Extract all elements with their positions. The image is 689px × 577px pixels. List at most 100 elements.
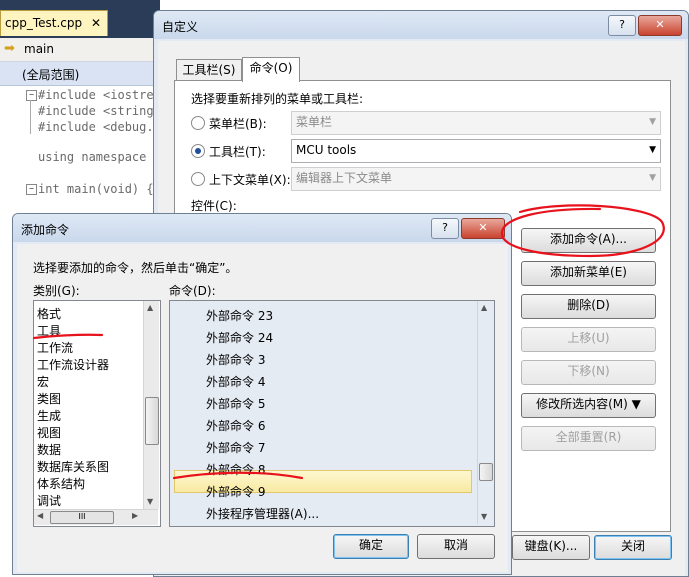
tab-toolbars[interactable]: 工具栏(S) (176, 59, 242, 82)
context-menu-value: 编辑器上下文菜单 (296, 171, 393, 185)
function-nav-label: main (24, 42, 54, 56)
context-menu-radio[interactable] (191, 172, 205, 186)
close-dialog-button[interactable]: 关闭 (594, 535, 672, 560)
context-menu-select[interactable]: 编辑器上下文菜单 ▼ (291, 167, 661, 191)
list-item[interactable]: 外部命令 4 (206, 373, 265, 390)
chevron-down-icon: ▼ (649, 173, 656, 183)
cancel-button[interactable]: 取消 (417, 534, 495, 559)
code-line: int main(void) { (38, 182, 154, 196)
close-button[interactable]: ✕ (461, 218, 505, 239)
menu-bar-select[interactable]: 菜单栏 ▼ (291, 111, 661, 135)
help-icon: ? (619, 18, 625, 31)
delete-button[interactable]: 删除(D) (521, 294, 656, 319)
categories-horizontal-scrollbar[interactable]: ◀ III ▶ (34, 509, 158, 525)
list-item[interactable]: 外部命令 7 (206, 439, 265, 456)
help-button[interactable]: ? (431, 218, 459, 239)
list-item[interactable]: 视图 (37, 424, 61, 441)
close-icon: ✕ (478, 221, 488, 234)
menu-bar-label: 菜单栏(B): (209, 117, 267, 131)
customize-title: 自定义 (162, 20, 199, 34)
list-item[interactable]: 外部命令 9 (206, 483, 265, 500)
list-item[interactable]: 工具 (37, 322, 61, 339)
instructions-label: 选择要添加的命令，然后单击“确定”。 (33, 261, 238, 275)
close-button[interactable]: ✕ (638, 15, 682, 36)
add-command-dialog: 添加命令 ? ✕ 选择要添加的命令，然后单击“确定”。 类别(G): 命令(D)… (12, 213, 512, 575)
list-item-selected[interactable]: 外部命令 8 (206, 461, 265, 478)
function-navigation-bar[interactable]: ➡ main (0, 38, 160, 62)
add-new-menu-button[interactable]: 添加新菜单(E) (521, 261, 656, 286)
context-menu-label: 上下文菜单(X): (209, 173, 291, 187)
scroll-up-icon[interactable]: ▲ (147, 303, 153, 312)
scroll-thumb[interactable] (479, 463, 493, 481)
chevron-down-icon: ▼ (649, 145, 656, 155)
help-button[interactable]: ? (608, 15, 636, 36)
close-icon[interactable]: ✕ (91, 11, 101, 35)
add-command-title: 添加命令 (21, 223, 70, 237)
code-line: #include <iostrea (38, 88, 161, 102)
scroll-up-icon[interactable]: ▲ (481, 303, 487, 312)
menu-bar-radio[interactable] (191, 116, 205, 130)
list-item[interactable]: 外部命令 24 (206, 329, 273, 346)
scroll-down-icon[interactable]: ▼ (147, 497, 153, 506)
scroll-thumb[interactable] (145, 397, 159, 445)
scope-navigation-bar[interactable]: (全局范围) (0, 62, 160, 86)
list-item[interactable]: 数据库关系图 (37, 458, 109, 475)
commands-list[interactable]: 外部命令 23 外部命令 24 外部命令 3 外部命令 4 外部命令 5 外部命… (169, 300, 495, 527)
add-command-client: 选择要添加的命令，然后单击“确定”。 类别(G): 命令(D): 格式 工具 工… (17, 244, 508, 572)
scroll-left-icon[interactable]: ◀ (37, 511, 43, 520)
tab-commands[interactable]: 命令(O) (242, 57, 300, 82)
prompt-label: 选择要重新排列的菜单或工具栏: (191, 92, 364, 106)
customize-title-bar[interactable]: 自定义 ? ✕ (154, 11, 688, 39)
tab-commands-label: 命令(O) (249, 61, 293, 75)
modify-selection-button[interactable]: 修改所选内容(M) ▼ (521, 393, 656, 418)
scroll-down-icon[interactable]: ▼ (481, 512, 487, 521)
list-item[interactable]: 格式 (37, 305, 61, 322)
list-item[interactable]: 外部命令 23 (206, 307, 273, 324)
close-icon: ✕ (655, 18, 665, 31)
tab-toolbars-label: 工具栏(S) (182, 63, 236, 77)
collapse-icon[interactable]: − (26, 90, 37, 101)
keyboard-button[interactable]: 键盘(K)... (512, 535, 590, 560)
list-item[interactable]: 宏 (37, 373, 49, 390)
list-item[interactable]: 外部命令 3 (206, 351, 265, 368)
help-icon: ? (442, 221, 448, 234)
commands-vertical-scrollbar[interactable]: ▲ ▼ (477, 301, 493, 524)
ok-button[interactable]: 确定 (333, 534, 409, 559)
list-item[interactable]: 体系结构 (37, 475, 85, 492)
toolbar-radio[interactable] (191, 144, 205, 158)
toolbar-label: 工具栏(T): (209, 145, 266, 159)
reset-all-button[interactable]: 全部重置(R) (521, 426, 656, 451)
commands-label: 命令(D): (169, 284, 216, 298)
code-line: using namespace s (38, 150, 161, 164)
collapse-icon[interactable]: − (26, 184, 37, 195)
add-command-button[interactable]: 添加命令(A)... (521, 228, 656, 253)
categories-label: 类别(G): (33, 284, 80, 298)
scroll-thumb[interactable]: III (50, 511, 114, 524)
menu-bar-value: 菜单栏 (296, 115, 333, 129)
list-item[interactable]: 外接程序管理器(A)... (206, 505, 319, 522)
categories-vertical-scrollbar[interactable]: ▲ ▼ (143, 301, 159, 509)
file-tab[interactable]: cpp_Test.cpp ✕ (0, 10, 108, 36)
controls-label: 控件(C): (191, 199, 237, 213)
move-down-button[interactable]: 下移(N) (521, 360, 656, 385)
scope-nav-label: (全局范围) (22, 68, 80, 82)
list-item[interactable]: 数据 (37, 441, 61, 458)
list-item[interactable]: 类图 (37, 390, 61, 407)
categories-list[interactable]: 格式 工具 工作流 工作流设计器 宏 类图 生成 视图 数据 数据库关系图 体系… (33, 300, 161, 527)
file-tab-label: cpp_Test.cpp (5, 16, 83, 30)
scroll-right-icon[interactable]: ▶ (132, 511, 138, 520)
toolbar-select[interactable]: MCU tools ▼ (291, 139, 661, 163)
list-item[interactable]: 外部命令 5 (206, 395, 265, 412)
list-item[interactable]: 调试 (37, 492, 61, 509)
list-item[interactable]: 外部命令 6 (206, 417, 265, 434)
scroll-grip: III (78, 512, 86, 521)
code-line: #include <debug.h (38, 120, 161, 134)
arrow-right-icon: ➡ (4, 41, 15, 56)
list-item[interactable]: 生成 (37, 407, 61, 424)
list-item[interactable]: 工作流设计器 (37, 356, 109, 373)
move-up-button[interactable]: 上移(U) (521, 327, 656, 352)
code-line: #include <string. (38, 104, 161, 118)
document-tab-strip: cpp_Test.cpp ✕ (0, 0, 160, 40)
add-command-title-bar[interactable]: 添加命令 ? ✕ (13, 214, 511, 242)
list-item[interactable]: 工作流 (37, 339, 73, 356)
